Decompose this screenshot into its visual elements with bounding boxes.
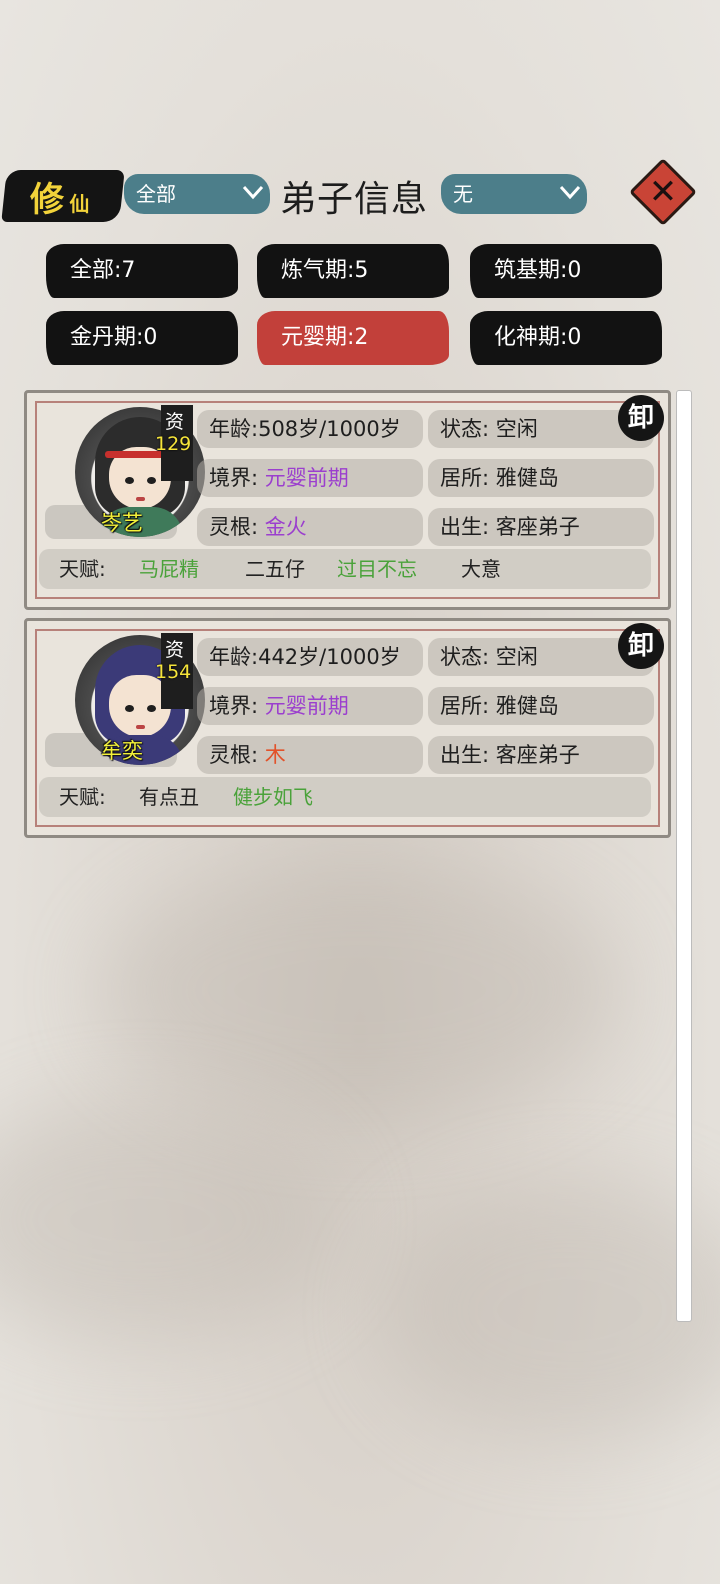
- filter-qi-refining[interactable]: 炼气期:5: [257, 244, 449, 298]
- residence-field: 居所: 雅健岛: [428, 687, 654, 725]
- close-icon[interactable]: ✕: [639, 168, 687, 216]
- filter-spirit-transform[interactable]: 化神期:0: [470, 311, 662, 365]
- logo-char-small: 仙: [69, 192, 90, 216]
- talent-label: 天赋:: [59, 557, 106, 581]
- residence-field: 居所: 雅健岛: [428, 459, 654, 497]
- aptitude-value: 129: [155, 433, 192, 455]
- residence-value: 雅健岛: [495, 466, 559, 490]
- root-label: 灵根:: [209, 743, 259, 767]
- root-field: 灵根: 金火: [197, 508, 423, 546]
- status-label: 状态:: [440, 417, 490, 441]
- logo-char-big: 修: [29, 180, 64, 220]
- list-scrollbar[interactable]: [676, 390, 692, 1322]
- origin-label: 出生:: [440, 515, 490, 539]
- status-label: 状态:: [440, 645, 490, 669]
- background-mist: [380, 1180, 720, 1440]
- age-label: 年龄:: [209, 645, 259, 669]
- avatar-mouth: [136, 725, 145, 729]
- realm-label: 境界:: [209, 694, 259, 718]
- origin-field: 出生: 客座弟子: [428, 508, 654, 546]
- dismiss-seal-button[interactable]: 卸: [618, 395, 664, 441]
- origin-label: 出生:: [440, 743, 490, 767]
- talent-item[interactable]: 过目不忘: [337, 549, 417, 589]
- residence-value: 雅健岛: [495, 694, 559, 718]
- status-value: 空闲: [495, 645, 538, 669]
- talent-row: 天赋: 有点丑 健步如飞: [39, 777, 651, 817]
- realm-field: 境界: 元婴前期: [197, 459, 423, 497]
- dismiss-seal-button[interactable]: 卸: [618, 623, 664, 669]
- talent-item[interactable]: 健步如飞: [233, 777, 313, 817]
- origin-value: 客座弟子: [495, 743, 580, 767]
- filter-nascent-soul[interactable]: 元婴期:2: [257, 311, 449, 365]
- disciple-card[interactable]: 资 129 岑艺 年龄:508岁/1000岁 状态: 空闲 境界: 元婴前期 居…: [24, 390, 671, 610]
- residence-label: 居所:: [440, 466, 490, 490]
- page-title: 弟子信息: [280, 179, 429, 220]
- age-field: 年龄:442岁/1000岁: [197, 638, 423, 676]
- root-value: 木: [264, 743, 286, 767]
- talent-item[interactable]: 马屁精: [139, 549, 199, 589]
- origin-field: 出生: 客座弟子: [428, 736, 654, 774]
- filter-all[interactable]: 全部:7: [46, 244, 238, 298]
- aptitude-value: 154: [155, 661, 192, 683]
- aptitude-label: 资: [165, 639, 185, 661]
- chevron-down-icon: [559, 185, 581, 200]
- realm-value: 元婴前期: [264, 694, 349, 718]
- aptitude-label: 资: [165, 411, 185, 433]
- root-label: 灵根:: [209, 515, 259, 539]
- disciple-card[interactable]: 资 154 牟奕 年龄:442岁/1000岁 状态: 空闲 境界: 元婴前期 居…: [24, 618, 671, 838]
- background-mist: [100, 860, 620, 1120]
- game-logo: 修 仙: [1, 170, 125, 222]
- age-value: 442岁/1000岁: [258, 645, 401, 669]
- filter-golden-core[interactable]: 金丹期:0: [46, 311, 238, 365]
- age-field: 年龄:508岁/1000岁: [197, 410, 423, 448]
- age-label: 年龄:: [209, 417, 259, 441]
- residence-label: 居所:: [440, 694, 490, 718]
- talent-item[interactable]: 大意: [461, 549, 501, 589]
- filter-foundation[interactable]: 筑基期:0: [470, 244, 662, 298]
- origin-value: 客座弟子: [495, 515, 580, 539]
- disciple-name: 牟奕: [101, 739, 143, 763]
- disciple-name: 岑艺: [101, 511, 143, 535]
- category-dropdown[interactable]: 全部: [124, 174, 270, 214]
- root-field: 灵根: 木: [197, 736, 423, 774]
- avatar-eye: [147, 705, 156, 712]
- talent-label: 天赋:: [59, 785, 106, 809]
- sort-dropdown-value: 无: [453, 182, 473, 206]
- root-value: 金火: [264, 515, 307, 539]
- age-value: 508岁/1000岁: [258, 417, 401, 441]
- avatar-eye: [125, 477, 134, 484]
- sort-dropdown[interactable]: 无: [441, 174, 587, 214]
- avatar-eye: [147, 477, 156, 484]
- chevron-down-icon: [242, 185, 264, 200]
- realm-value: 元婴前期: [264, 466, 349, 490]
- category-dropdown-value: 全部: [136, 182, 176, 206]
- talent-item[interactable]: 二五仔: [245, 549, 305, 589]
- avatar-eye: [125, 705, 134, 712]
- avatar-mouth: [136, 497, 145, 501]
- talent-item[interactable]: 有点丑: [139, 777, 199, 817]
- talent-row: 天赋: 马屁精 二五仔 过目不忘 大意: [39, 549, 651, 589]
- status-value: 空闲: [495, 417, 538, 441]
- realm-label: 境界:: [209, 466, 259, 490]
- realm-field: 境界: 元婴前期: [197, 687, 423, 725]
- background-mist: [0, 1100, 340, 1340]
